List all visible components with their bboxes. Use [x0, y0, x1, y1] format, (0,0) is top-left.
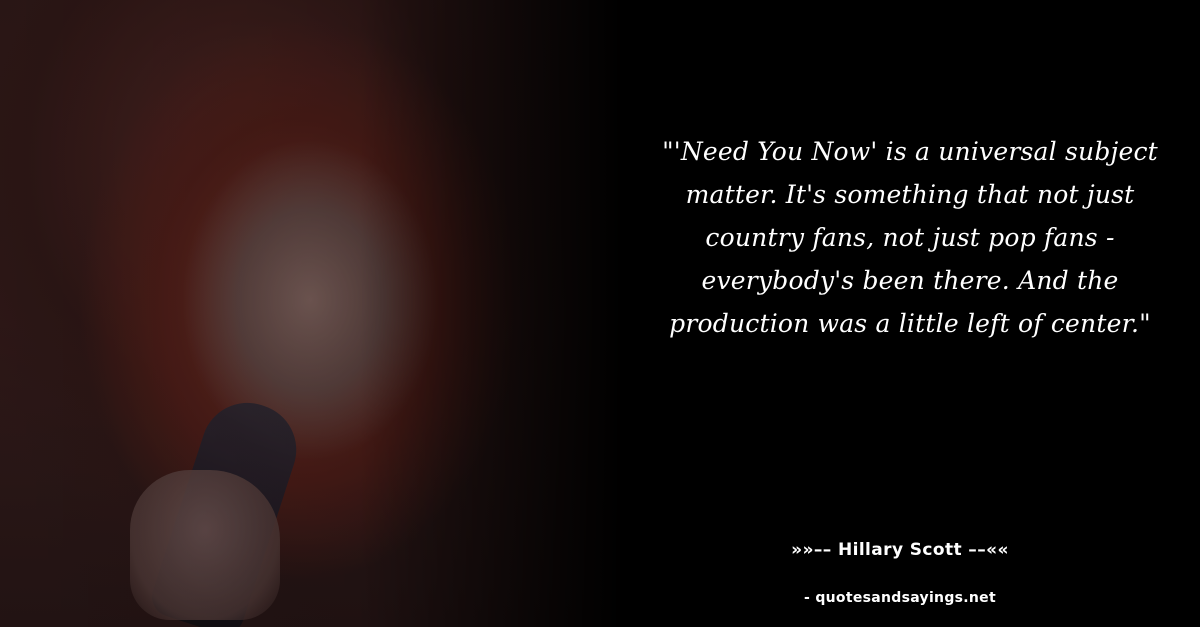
site-credit: - quotesandsayings.net — [804, 590, 996, 606]
quote-text: "'Need You Now' is a universal subject m… — [662, 137, 1158, 338]
author-line: »»–– Hillary Scott ––«« — [791, 540, 1009, 560]
quote-card: "'Need You Now' is a universal subject m… — [0, 0, 1200, 627]
